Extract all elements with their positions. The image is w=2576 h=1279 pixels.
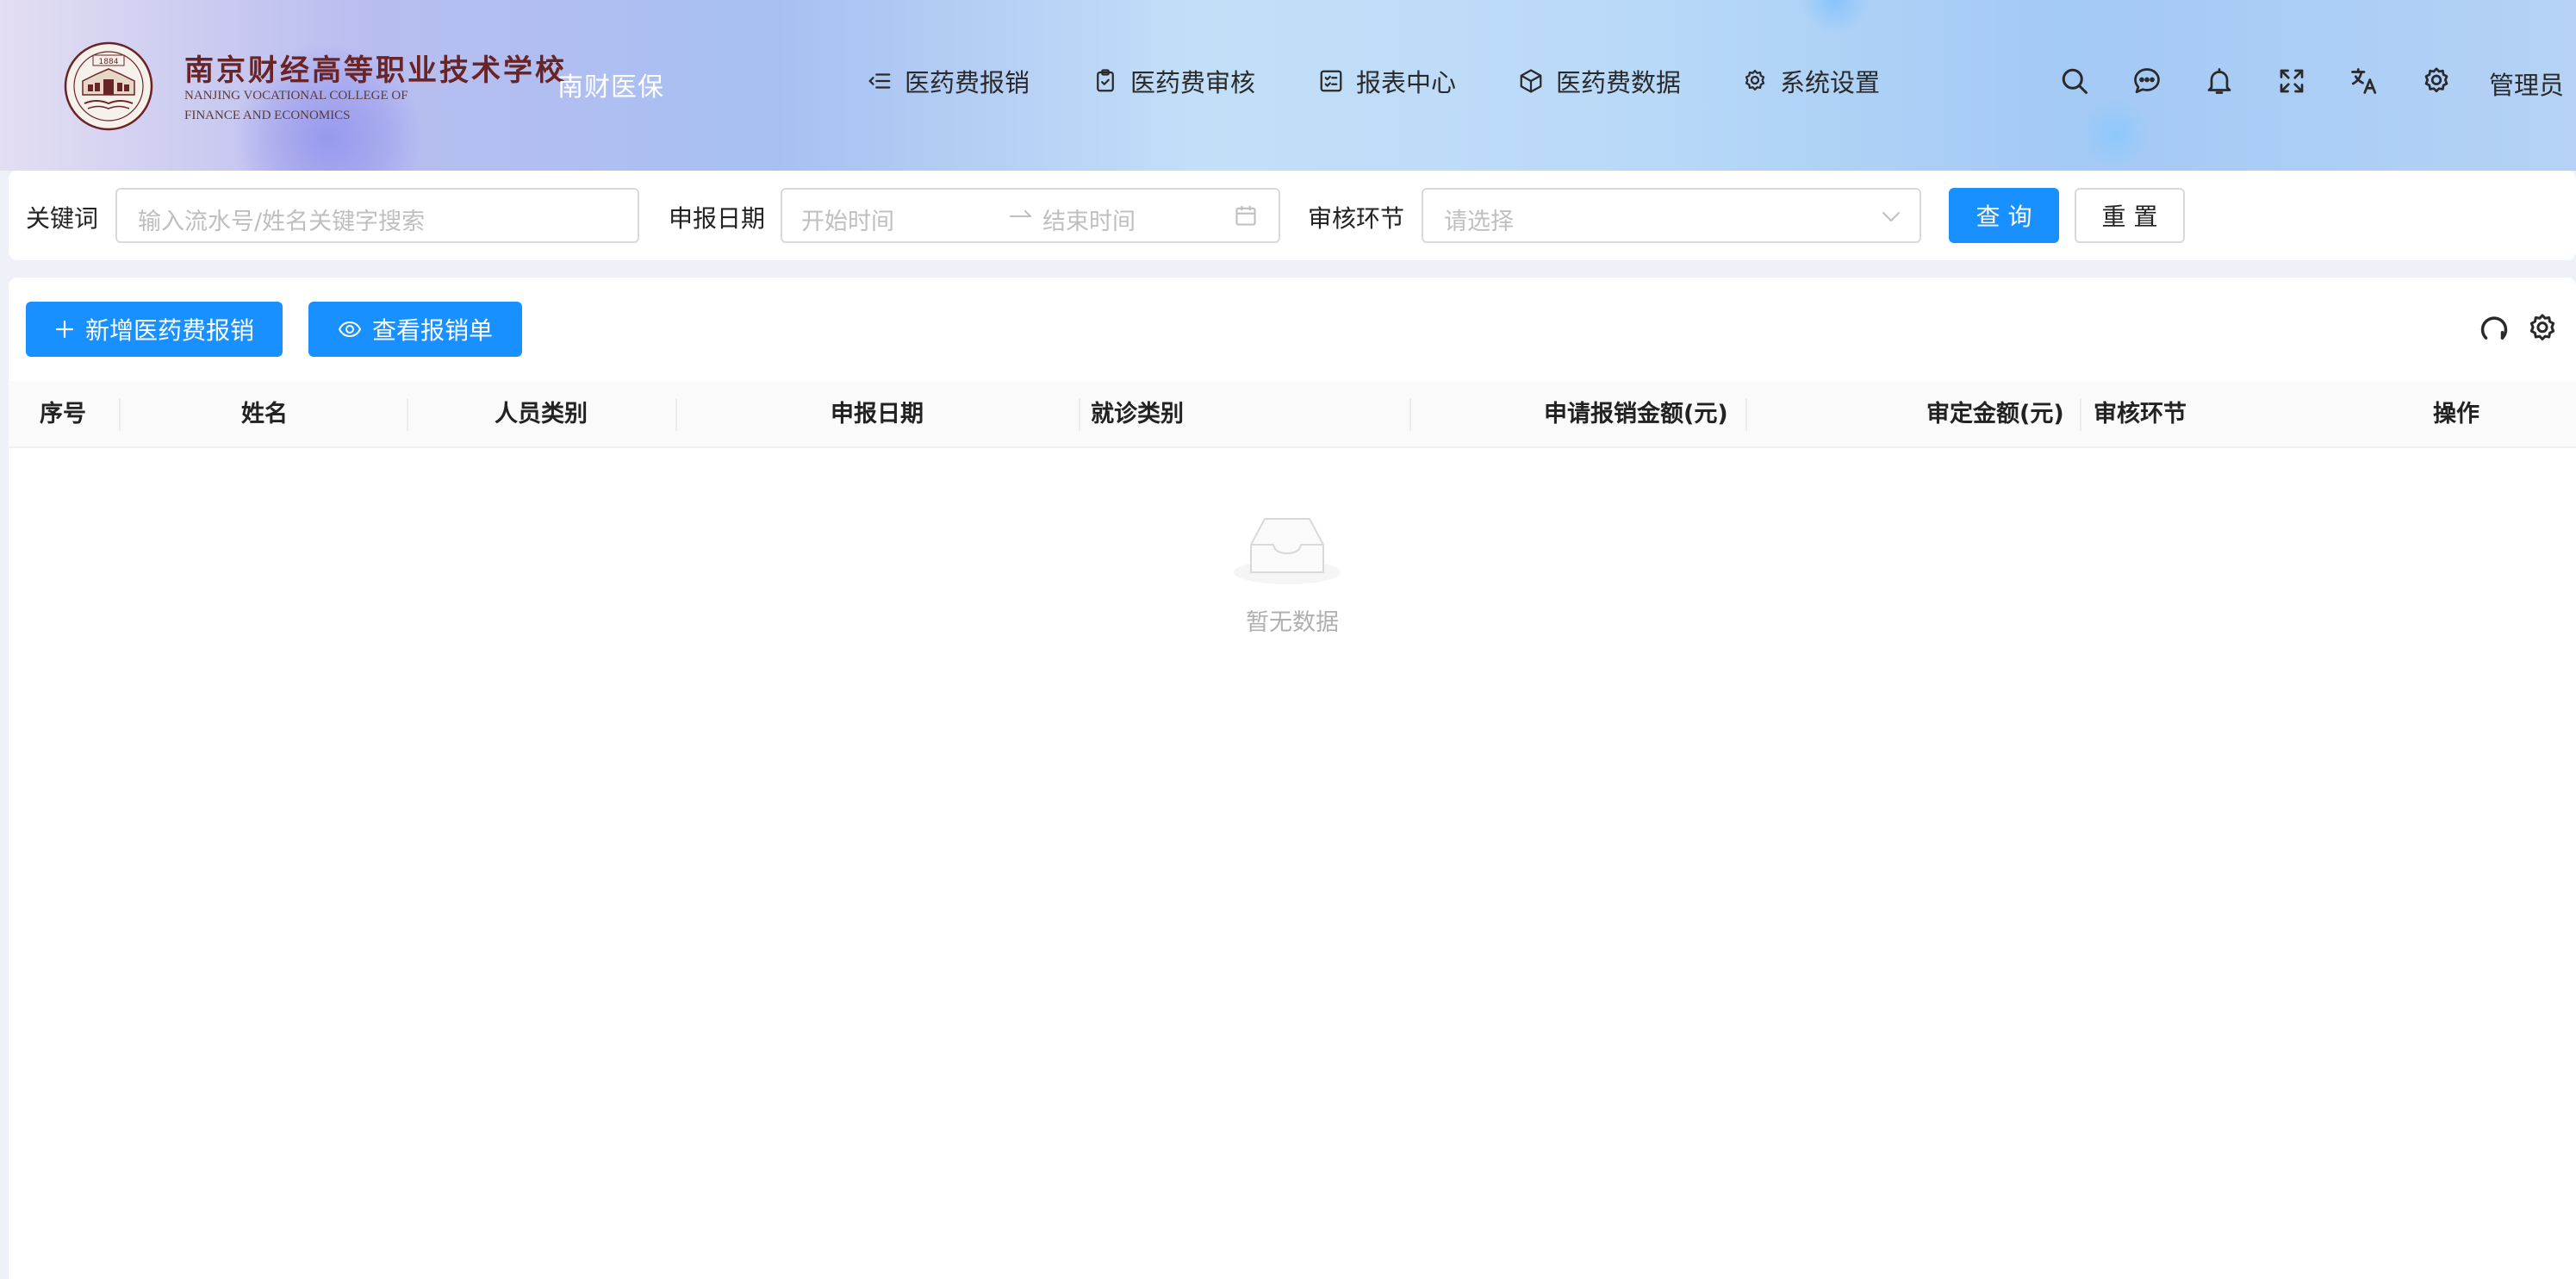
nav-label: 医药费数据	[1556, 68, 1682, 97]
end-date-input[interactable]: 结束时间	[1042, 203, 1136, 236]
school-name-en-line2: FINANCE AND ECONOMICS	[184, 109, 351, 122]
table-header: 序号 姓名 人员类别 申报日期 就诊类别 申请报销金额(元) 审定金额(元) 审…	[9, 381, 2576, 448]
empty-text: 暂无数据	[1246, 609, 1339, 636]
cube-icon	[1520, 69, 1542, 93]
col-apply-amount: 申请报销金额(元)	[1544, 401, 1728, 427]
col-person-type: 人员类别	[495, 401, 588, 427]
stage-select[interactable]: 请选择	[1422, 188, 1921, 243]
col-name: 姓名	[241, 401, 288, 427]
top-header: 1884 南京财经高等职业技术学校 NANJING VOCATIONAL COL…	[0, 0, 2576, 171]
nav-label: 报表中心	[1356, 68, 1457, 97]
user-menu[interactable]: 管理员	[2489, 66, 2564, 102]
col-audit-stage: 审核环节	[2094, 401, 2187, 427]
nav-item-reimbursement[interactable]: 医药费报销	[867, 62, 1030, 100]
list-indent-icon	[868, 73, 891, 89]
keyword-placeholder: 输入流水号/姓名关键字搜索	[138, 209, 426, 235]
school-name-cn: 南京财经高等职业技术学校	[184, 53, 567, 88]
nav-item-audit[interactable]: 医药费审核	[1092, 62, 1255, 100]
stage-placeholder: 请选择	[1444, 209, 1514, 235]
col-divider	[2080, 398, 2081, 431]
fullscreen-icon[interactable]	[2276, 66, 2307, 97]
query-button[interactable]: 查 询	[1949, 188, 2059, 243]
col-apply-date: 申报日期	[831, 401, 924, 427]
start-date-input[interactable]: 开始时间	[801, 203, 894, 236]
col-approved-amount: 审定金额(元)	[1926, 401, 2064, 427]
nav-label: 医药费报销	[905, 68, 1030, 97]
gear-icon	[1745, 70, 1765, 90]
translate-icon[interactable]	[2349, 66, 2380, 97]
chevron-down-icon	[1882, 212, 1900, 221]
view-button-label: 查看报销单	[371, 316, 493, 345]
nav-label: 医药费审核	[1130, 68, 1256, 97]
eye-icon	[338, 321, 361, 337]
bell-icon[interactable]	[2204, 66, 2235, 97]
school-logo-icon: 1884	[64, 41, 153, 131]
col-divider	[407, 398, 408, 431]
col-divider	[1745, 398, 1747, 431]
col-visit-type: 就诊类别	[1091, 401, 1184, 427]
school-name-en-line1: NANJING VOCATIONAL COLLEGE OF	[184, 89, 408, 103]
nav-item-reports[interactable]: 报表中心	[1318, 62, 1456, 100]
date-label: 申报日期	[669, 204, 766, 233]
table-panel: 新增医药费报销 查看报销单 序号 姓名 人员类别 申报日期 就诊类别 申请报销金…	[9, 278, 2576, 1279]
reset-button[interactable]: 重 置	[2075, 188, 2185, 243]
logo-year: 1884	[99, 58, 119, 66]
arrow-right-icon	[1010, 210, 1031, 217]
keyword-label: 关键词	[26, 204, 99, 233]
clipboard-check-icon	[1097, 69, 1114, 92]
stage-label: 审核环节	[1308, 204, 1405, 233]
column-settings-icon[interactable]	[2526, 312, 2559, 345]
col-divider	[1079, 398, 1080, 431]
plus-icon	[55, 320, 74, 339]
col-divider	[675, 398, 677, 431]
search-panel: 关键词 输入流水号/姓名关键字搜索 申报日期 开始时间 结束时间 审核环节 请选…	[9, 171, 2576, 260]
refresh-icon[interactable]	[2478, 312, 2511, 345]
search-icon[interactable]	[2059, 66, 2090, 97]
add-button-label: 新增医药费报销	[84, 316, 254, 345]
col-index: 序号	[40, 401, 86, 427]
app-name: 南财医保	[557, 72, 664, 103]
col-actions: 操作	[2433, 401, 2480, 427]
school-name-en: NANJING VOCATIONAL COLLEGE OF FINANCE AN…	[184, 86, 408, 126]
add-reimbursement-button[interactable]: 新增医药费报销	[26, 302, 283, 357]
empty-inbox-icon	[1234, 518, 1341, 584]
nav-item-data[interactable]: 医药费数据	[1518, 62, 1681, 100]
nav-item-settings[interactable]: 系统设置	[1742, 62, 1880, 100]
calendar-icon	[1235, 205, 1256, 226]
col-divider	[119, 398, 121, 431]
checklist-icon	[1320, 70, 1342, 92]
message-icon[interactable]	[2131, 66, 2162, 97]
settings-gear-icon[interactable]	[2421, 66, 2452, 97]
date-range-picker[interactable]: 开始时间 结束时间	[781, 188, 1280, 243]
col-divider	[1409, 398, 1411, 431]
keyword-input[interactable]: 输入流水号/姓名关键字搜索	[115, 188, 639, 243]
nav-label: 系统设置	[1780, 68, 1881, 97]
view-reimbursement-button[interactable]: 查看报销单	[308, 302, 522, 357]
